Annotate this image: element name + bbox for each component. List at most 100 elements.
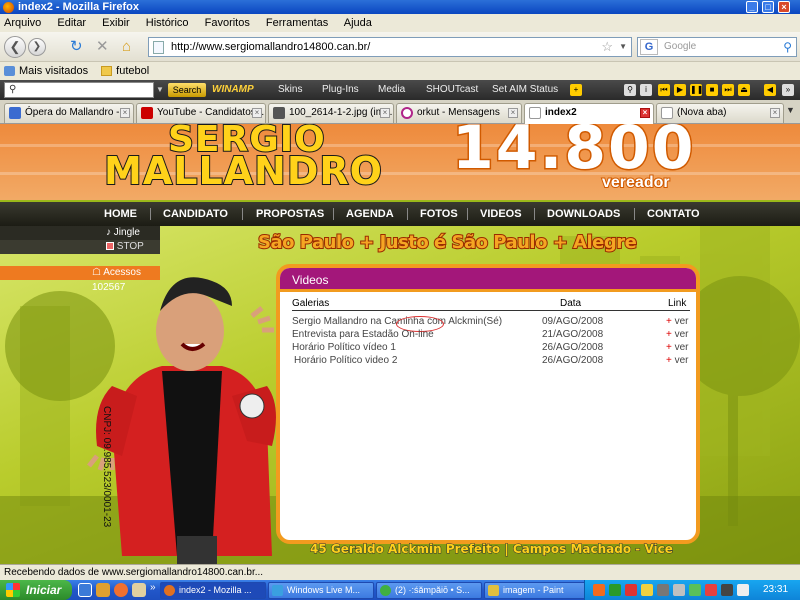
menu-ajuda[interactable]: Ajuda — [344, 17, 372, 29]
close-icon[interactable]: × — [778, 1, 790, 13]
search-icon[interactable]: ⚲ — [783, 38, 792, 56]
previous-icon[interactable]: ⏮ — [658, 84, 670, 96]
tab-label: YouTube - Candidatos... — [157, 107, 265, 118]
star-icon[interactable]: ☆ — [601, 38, 613, 56]
site-nav: HOME CANDIDATO PROPOSTAS AGENDA FOTOS VI… — [0, 200, 800, 226]
search-icon[interactable]: ⚲ — [624, 84, 636, 96]
forward-icon[interactable]: ❯ — [28, 38, 46, 56]
window-title-bar[interactable]: index2 - Mozilla Firefox _ □ × — [0, 0, 800, 14]
tab-opera-mallandro[interactable]: Ópera do Mallandro - ... × — [4, 103, 134, 123]
tab-nova-aba[interactable]: (Nova aba) × — [656, 103, 784, 123]
video-link[interactable]: + ver — [666, 355, 689, 366]
nav-candidato[interactable]: CANDIDATO — [163, 202, 228, 226]
reload-icon[interactable]: ↻ — [70, 39, 83, 54]
nav-fotos[interactable]: FOTOS — [420, 202, 458, 226]
toolbar-dropdown-icon[interactable]: ▼ — [156, 80, 164, 100]
bookmark-futebol[interactable]: futebol — [101, 65, 149, 77]
task-firefox[interactable]: index2 - Mozilla ... — [160, 582, 266, 599]
minimize-icon[interactable]: _ — [746, 1, 758, 13]
menu-exibir[interactable]: Exibir — [102, 17, 130, 29]
tray-icon-6[interactable] — [673, 584, 685, 596]
chat-icon — [380, 585, 391, 596]
nav-home[interactable]: HOME — [104, 202, 137, 226]
candidate-illustration — [87, 277, 276, 564]
tab-close-icon[interactable]: × — [508, 108, 518, 118]
menu-arquivo[interactable]: Arquivo — [4, 17, 41, 29]
quick-launch-desktop-icon[interactable] — [78, 583, 92, 597]
tray-icon-7[interactable] — [689, 584, 701, 596]
quick-launch-folder-icon[interactable] — [132, 583, 146, 597]
tab-image[interactable]: 100_2614-1-2.jpg (im... × — [268, 103, 394, 123]
tab-close-icon[interactable]: × — [252, 108, 262, 118]
nav-propostas[interactable]: PROPOSTAS — [256, 202, 324, 226]
tray-icon-2[interactable] — [609, 584, 621, 596]
menu-editar[interactable]: Editar — [57, 17, 86, 29]
nav-agenda[interactable]: AGENDA — [346, 202, 394, 226]
play-icon[interactable]: ▶ — [674, 84, 686, 96]
info-icon[interactable]: i — [640, 84, 652, 96]
tray-icon-1[interactable] — [593, 584, 605, 596]
maximize-icon[interactable]: □ — [762, 1, 774, 13]
task-chat[interactable]: (2) ·:śămpăiō • S... — [376, 582, 482, 599]
toolbar-aim-status[interactable]: Set AIM Status — [492, 80, 558, 100]
google-icon[interactable]: G — [640, 39, 658, 55]
task-label: (2) ·:śămpăiō • S... — [395, 585, 470, 595]
menu-icon[interactable]: » — [782, 84, 794, 96]
clock[interactable]: 23:31 — [763, 580, 788, 600]
navigation-toolbar: ❮ ❯ ↻ ✕ ⌂ http://www.sergiomallandro1480… — [0, 32, 800, 62]
pause-icon[interactable]: ❚❚ — [690, 84, 703, 96]
menu-favoritos[interactable]: Favoritos — [205, 17, 250, 29]
stop-icon[interactable]: ✕ — [96, 39, 109, 54]
home-icon[interactable]: ⌂ — [122, 39, 131, 54]
tab-close-icon[interactable]: × — [770, 108, 780, 118]
tray-icon-4[interactable] — [641, 584, 653, 596]
nav-downloads[interactable]: DOWNLOADS — [547, 202, 620, 226]
menu-ferramentas[interactable]: Ferramentas — [266, 17, 328, 29]
quick-launch-firefox-icon[interactable] — [114, 583, 128, 597]
menu-historico[interactable]: Histórico — [146, 17, 189, 29]
add-icon[interactable]: + — [570, 84, 582, 96]
quick-launch-avatar-icon[interactable] — [96, 583, 110, 597]
tab-orkut[interactable]: orkut - Mensagens × — [396, 103, 522, 123]
tab-list-icon[interactable]: ▼ — [786, 105, 798, 119]
bookmark-label: Mais visitados — [19, 65, 89, 77]
link-label: ver — [674, 342, 689, 353]
nav-contato[interactable]: CONTATO — [647, 202, 700, 226]
toolbar-skins[interactable]: Skins — [278, 80, 302, 100]
volume-icon[interactable] — [737, 584, 749, 596]
toolbar-shoutcast[interactable]: SHOUTcast — [426, 80, 478, 100]
url-field[interactable]: http://www.sergiomallandro14800.can.br/ … — [148, 37, 632, 57]
tab-close-icon[interactable]: × — [120, 108, 130, 118]
tray-icon-3[interactable] — [625, 584, 637, 596]
stop-icon[interactable]: ■ — [706, 84, 718, 96]
video-title: Entrevista para Estadão On-line — [292, 329, 434, 340]
dropdown-icon[interactable]: ▼ — [619, 38, 627, 56]
nav-videos[interactable]: VIDEOS — [480, 202, 522, 226]
winamp-logo[interactable]: WINAMP — [212, 80, 254, 100]
toolbar-search-input[interactable]: ⚲ — [4, 82, 154, 98]
nav-separator — [150, 208, 151, 220]
tray-icon-5[interactable] — [657, 584, 669, 596]
video-link[interactable]: + ver — [666, 329, 689, 340]
tray-icon-8[interactable] — [705, 584, 717, 596]
toolbar-media[interactable]: Media — [378, 80, 405, 100]
next-icon[interactable]: ⏭ — [722, 84, 734, 96]
tray-icon-9[interactable] — [721, 584, 733, 596]
quick-launch-more-icon[interactable]: » — [150, 582, 156, 593]
task-windows-live[interactable]: Windows Live M... — [268, 582, 374, 599]
video-link[interactable]: + ver — [666, 342, 689, 353]
toolbar-search-button[interactable]: Search — [168, 83, 206, 97]
eject-icon[interactable]: ⏏ — [738, 84, 750, 96]
start-button[interactable]: Iniciar — [0, 580, 72, 600]
bookmark-mais-visitados[interactable]: Mais visitados — [4, 65, 88, 77]
tab-youtube[interactable]: YouTube - Candidatos... × — [136, 103, 266, 123]
task-paint[interactable]: imagem - Paint — [484, 582, 586, 599]
tab-close-icon[interactable]: × — [380, 108, 390, 118]
tab-close-icon[interactable]: × — [640, 108, 650, 118]
video-link[interactable]: + ver — [666, 316, 689, 327]
back-icon[interactable]: ❮ — [4, 36, 26, 58]
toolbar-plugins[interactable]: Plug-Ins — [322, 80, 359, 100]
tab-index2[interactable]: index2 × — [524, 103, 654, 124]
search-field[interactable]: G Google ⚲ — [637, 37, 797, 57]
volume-icon[interactable]: ◀ — [764, 84, 776, 96]
